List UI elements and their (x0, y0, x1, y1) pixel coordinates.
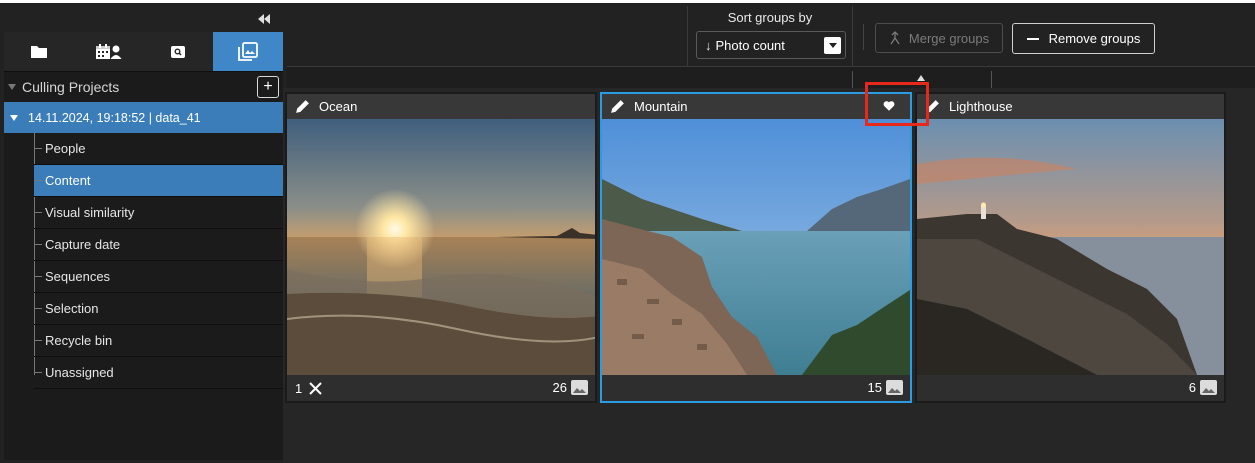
sort-value: Photo count (715, 37, 785, 53)
card-header: Ocean (287, 94, 595, 119)
tree-item-label: Selection (45, 301, 99, 316)
remove-groups-button[interactable]: Remove groups (1012, 23, 1155, 54)
photo-count: 26 (552, 380, 567, 395)
group-photo (287, 119, 595, 375)
project-label: 14.11.2024, 19:18:52 | data_41 (28, 110, 201, 125)
double-chevron-left-icon[interactable] (257, 12, 271, 26)
sidebar-collapse-row (4, 6, 283, 32)
photo-count: 6 (1188, 380, 1196, 395)
pencil-icon[interactable] (924, 98, 941, 115)
photo-icon (1200, 380, 1217, 395)
tab-folders[interactable] (4, 32, 74, 71)
pencil-icon[interactable] (609, 98, 626, 115)
tab-search-images[interactable] (144, 32, 214, 71)
category-tree: People Content Visual similarity Capture… (34, 133, 283, 389)
tree-item-sequences[interactable]: Sequences (34, 261, 283, 293)
rule-divider (991, 71, 992, 89)
tree-item-label: Sequences (45, 269, 111, 284)
merge-groups-button[interactable]: Merge groups (875, 23, 1003, 53)
tree-item-unassigned[interactable]: Unassigned (34, 357, 283, 389)
toolbar-divider (863, 24, 864, 50)
projects-title: Culling Projects (22, 79, 120, 95)
group-photo (917, 119, 1224, 375)
group-card-mountain[interactable]: Mountain 15 (600, 92, 912, 403)
sort-panel: Sort groups by ↓ Photo count (687, 6, 853, 66)
card-footer: 15 (602, 375, 910, 401)
search-image-icon (171, 45, 186, 58)
photo-count: 15 (867, 380, 882, 395)
tree-item-label: People (45, 141, 86, 156)
group-card-ocean[interactable]: Ocean 1 26 (285, 92, 597, 403)
sidebar: Culling Projects + 14.11.2024, 19:18:52 … (4, 6, 283, 460)
sort-select[interactable]: ↓ Photo count (696, 31, 846, 59)
group-title: Lighthouse (949, 99, 1013, 114)
photo-icon (571, 380, 588, 395)
arrow-down-icon: ↓ (705, 37, 712, 53)
photo-stack-icon (238, 41, 259, 61)
tree-item-content[interactable]: Content (34, 165, 283, 197)
tree-item-selection[interactable]: Selection (34, 293, 283, 325)
add-project-button[interactable]: + (257, 76, 279, 98)
tab-photo-groups[interactable] (213, 32, 283, 71)
toolbar: Sort groups by ↓ Photo count Merge group… (287, 6, 1255, 66)
tree-item-recycle-bin[interactable]: Recycle bin (34, 325, 283, 357)
tab-people-calendar[interactable] (74, 32, 144, 71)
tree-item-label: Visual similarity (45, 205, 135, 220)
tree-item-label: Capture date (45, 237, 121, 252)
close-icon[interactable] (309, 381, 322, 395)
rule-divider (852, 71, 853, 89)
chevron-down-icon[interactable] (824, 37, 841, 54)
tree-item-visual-similarity[interactable]: Visual similarity (34, 197, 283, 229)
card-footer: 1 26 (287, 375, 595, 401)
tree-item-label: Content (45, 173, 91, 188)
project-row[interactable]: 14.11.2024, 19:18:52 | data_41 (4, 102, 283, 133)
card-footer: 6 (917, 375, 1224, 401)
tree-item-capture-date[interactable]: Capture date (34, 229, 283, 261)
tree-item-people[interactable]: People (34, 133, 283, 165)
pencil-icon[interactable] (294, 98, 311, 115)
tree-item-label: Recycle bin (45, 333, 113, 348)
minus-icon (1026, 37, 1039, 40)
merge-groups-label: Merge groups (908, 30, 990, 46)
remove-groups-label: Remove groups (1048, 31, 1141, 46)
heart-icon[interactable] (883, 96, 903, 116)
caret-down-icon[interactable] (8, 84, 16, 90)
projects-header: Culling Projects + (4, 72, 283, 102)
group-card-lighthouse[interactable]: Lighthouse 6 (915, 92, 1226, 403)
calendar-person-icon (95, 43, 122, 59)
photo-icon (886, 380, 903, 395)
mode-tabs (4, 32, 283, 72)
group-grid: Ocean 1 26 Mountain 15 Lighthouse 6 (283, 88, 1255, 463)
reject-count: 1 (295, 380, 303, 396)
card-header: Mountain (602, 94, 910, 119)
merge-icon (890, 31, 900, 45)
group-title: Ocean (319, 99, 358, 114)
card-header: Lighthouse (917, 94, 1224, 119)
group-title: Mountain (634, 99, 688, 114)
sort-title: Sort groups by (727, 10, 813, 25)
caret-down-icon[interactable] (10, 114, 18, 121)
folder-icon (30, 46, 47, 58)
tree-item-label: Unassigned (45, 365, 114, 380)
group-photo (602, 119, 910, 375)
caret-up-icon (917, 75, 925, 81)
